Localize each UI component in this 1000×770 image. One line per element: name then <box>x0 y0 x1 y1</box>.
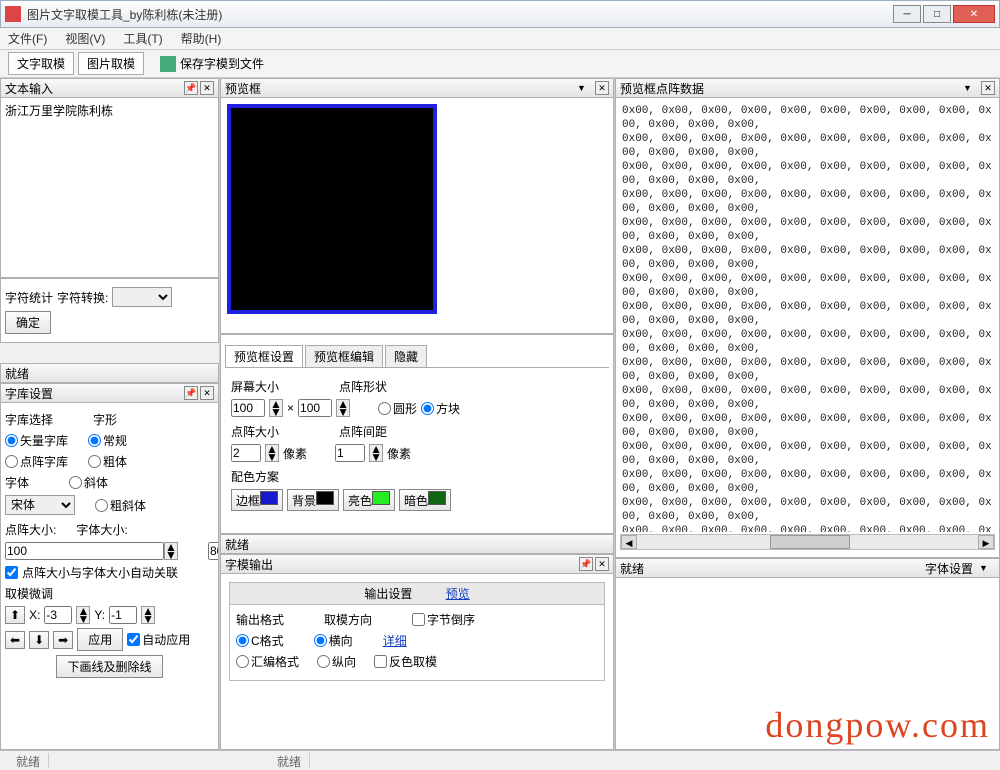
bolditalic-radio[interactable]: 粗斜体 <box>95 497 146 514</box>
menu-file[interactable]: 文件(F) <box>8 30 47 47</box>
screen-w[interactable] <box>231 399 265 417</box>
nudge-right-icon[interactable]: ➡ <box>53 631 73 649</box>
font-settings-title: 字库设置 <box>5 385 182 402</box>
off-color[interactable]: 暗色 <box>399 489 451 511</box>
detail-link[interactable]: 详细 <box>383 632 407 649</box>
menubar: 文件(F) 视图(V) 工具(T) 帮助(H) <box>0 28 1000 50</box>
horiz-radio[interactable]: 横向 <box>314 632 353 649</box>
titlebar: 图片文字取模工具_by陈利栋(未注册) ─ □ ✕ <box>0 0 1000 28</box>
dot-size-input[interactable] <box>5 542 164 560</box>
hex-title: 预览框点阵数据 <box>620 80 963 97</box>
close-panel-icon[interactable]: ✕ <box>200 386 214 400</box>
menu-view[interactable]: 视图(V) <box>65 30 105 47</box>
pin-icon[interactable]: 📌 <box>184 386 198 400</box>
hex-data[interactable]: 0x00, 0x00, 0x00, 0x00, 0x00, 0x00, 0x00… <box>620 102 995 532</box>
on-color[interactable]: 亮色 <box>343 489 395 511</box>
square-radio[interactable]: 方块 <box>421 400 460 417</box>
bold-radio[interactable]: 粗体 <box>88 453 127 470</box>
pin-icon[interactable]: 📌 <box>184 81 198 95</box>
y-offset[interactable] <box>109 606 137 624</box>
screen-h[interactable] <box>298 399 332 417</box>
text-input-header: 文本输入 📌 ✕ <box>0 78 219 98</box>
auto-link-check[interactable]: 点阵大小与字体大小自动关联 <box>5 564 214 581</box>
dot-radio[interactable]: 点阵字库 <box>5 453 68 470</box>
tab-preview-edit[interactable]: 预览框编辑 <box>305 345 383 367</box>
close-panel-icon[interactable]: ✕ <box>595 557 609 571</box>
nudge-left-icon[interactable]: ⬅ <box>5 631 25 649</box>
close-panel-icon[interactable]: ✕ <box>595 81 609 95</box>
preview-title: 预览框 <box>225 80 577 97</box>
circle-radio[interactable]: 圆形 <box>378 400 417 417</box>
window-title: 图片文字取模工具_by陈利栋(未注册) <box>27 6 891 23</box>
minimize-button[interactable]: ─ <box>893 5 921 23</box>
font-set-link[interactable]: 字体设置 <box>925 560 973 577</box>
nudge-down-icon[interactable]: ⬇ <box>29 631 49 649</box>
dropdown-icon[interactable]: ▼ <box>577 83 589 93</box>
underline-button[interactable]: 下画线及删除线 <box>56 655 162 678</box>
italic-radio[interactable]: 斜体 <box>69 474 108 491</box>
close-button[interactable]: ✕ <box>953 5 995 23</box>
invert-check[interactable]: 反色取模 <box>374 653 437 670</box>
maximize-button[interactable]: □ <box>923 5 951 23</box>
save-icon <box>160 56 176 72</box>
text-mode-button[interactable]: 文字取模 <box>8 52 74 75</box>
c-fmt-radio[interactable]: C格式 <box>236 632 284 649</box>
font-select[interactable]: 宋体 <box>5 495 75 515</box>
pin-icon[interactable]: 📌 <box>579 557 593 571</box>
close-panel-icon[interactable]: ✕ <box>200 81 214 95</box>
convert-select[interactable] <box>112 287 172 307</box>
vector-radio[interactable]: 矢量字库 <box>5 432 68 449</box>
x-offset[interactable] <box>44 606 72 624</box>
save-font-button[interactable]: 保存字模到文件 <box>180 55 264 72</box>
dropdown-icon[interactable]: ▼ <box>963 83 975 93</box>
preview-canvas[interactable] <box>227 104 437 314</box>
font-stats-label: 字符统计 <box>5 289 53 306</box>
bg-color[interactable]: 背景 <box>287 489 339 511</box>
asm-fmt-radio[interactable]: 汇编格式 <box>236 653 299 670</box>
dot-gap[interactable] <box>335 444 365 462</box>
normal-radio[interactable]: 常规 <box>88 432 127 449</box>
nudge-up-icon[interactable]: ⬆ <box>5 606 25 624</box>
byte-rev-check[interactable]: 字节倒序 <box>412 611 475 628</box>
font-size-input[interactable] <box>208 542 219 560</box>
h-scrollbar[interactable]: ◀▶ <box>620 534 995 550</box>
tab-preview-settings[interactable]: 预览框设置 <box>225 345 303 367</box>
status-ready: 就绪 <box>8 753 49 768</box>
font-convert-label: 字符转换: <box>57 289 108 306</box>
menu-tools[interactable]: 工具(T) <box>123 30 162 47</box>
apply-button[interactable]: 应用 <box>77 628 123 651</box>
close-panel-icon[interactable]: ✕ <box>981 81 995 95</box>
ok-button[interactable]: 确定 <box>5 311 51 334</box>
auto-apply-check[interactable]: 自动应用 <box>127 631 190 648</box>
dropdown-icon[interactable]: ▼ <box>979 563 991 573</box>
output-preview-link[interactable]: 预览 <box>446 587 470 601</box>
toolbar: 文字取模 图片取模 保存字模到文件 <box>0 50 1000 78</box>
border-color[interactable]: 边框 <box>231 489 283 511</box>
dot-size[interactable] <box>231 444 261 462</box>
text-input[interactable] <box>5 102 214 272</box>
image-mode-button[interactable]: 图片取模 <box>78 52 144 75</box>
output-title: 字模输出 <box>225 556 577 573</box>
ready-status-1: 就绪 <box>5 365 29 382</box>
tab-preview-hide[interactable]: 隐藏 <box>385 345 427 367</box>
menu-help[interactable]: 帮助(H) <box>181 30 222 47</box>
vert-radio[interactable]: 纵向 <box>317 653 356 670</box>
app-icon <box>5 6 21 22</box>
